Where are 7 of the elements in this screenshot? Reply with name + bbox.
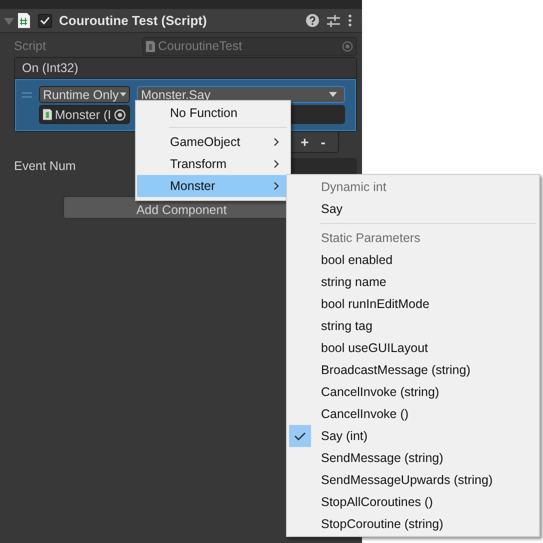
menu-section-header: Static Parameters	[321, 231, 422, 245]
component-title: Couroutine Test (Script)	[59, 13, 208, 28]
script-field: CouroutineTest	[142, 36, 357, 56]
event-header: On (Int32)	[15, 58, 356, 79]
field-label: Event Num	[14, 159, 76, 173]
menu-section-header: Dynamic int	[321, 180, 388, 194]
field-label: Script	[14, 39, 47, 53]
